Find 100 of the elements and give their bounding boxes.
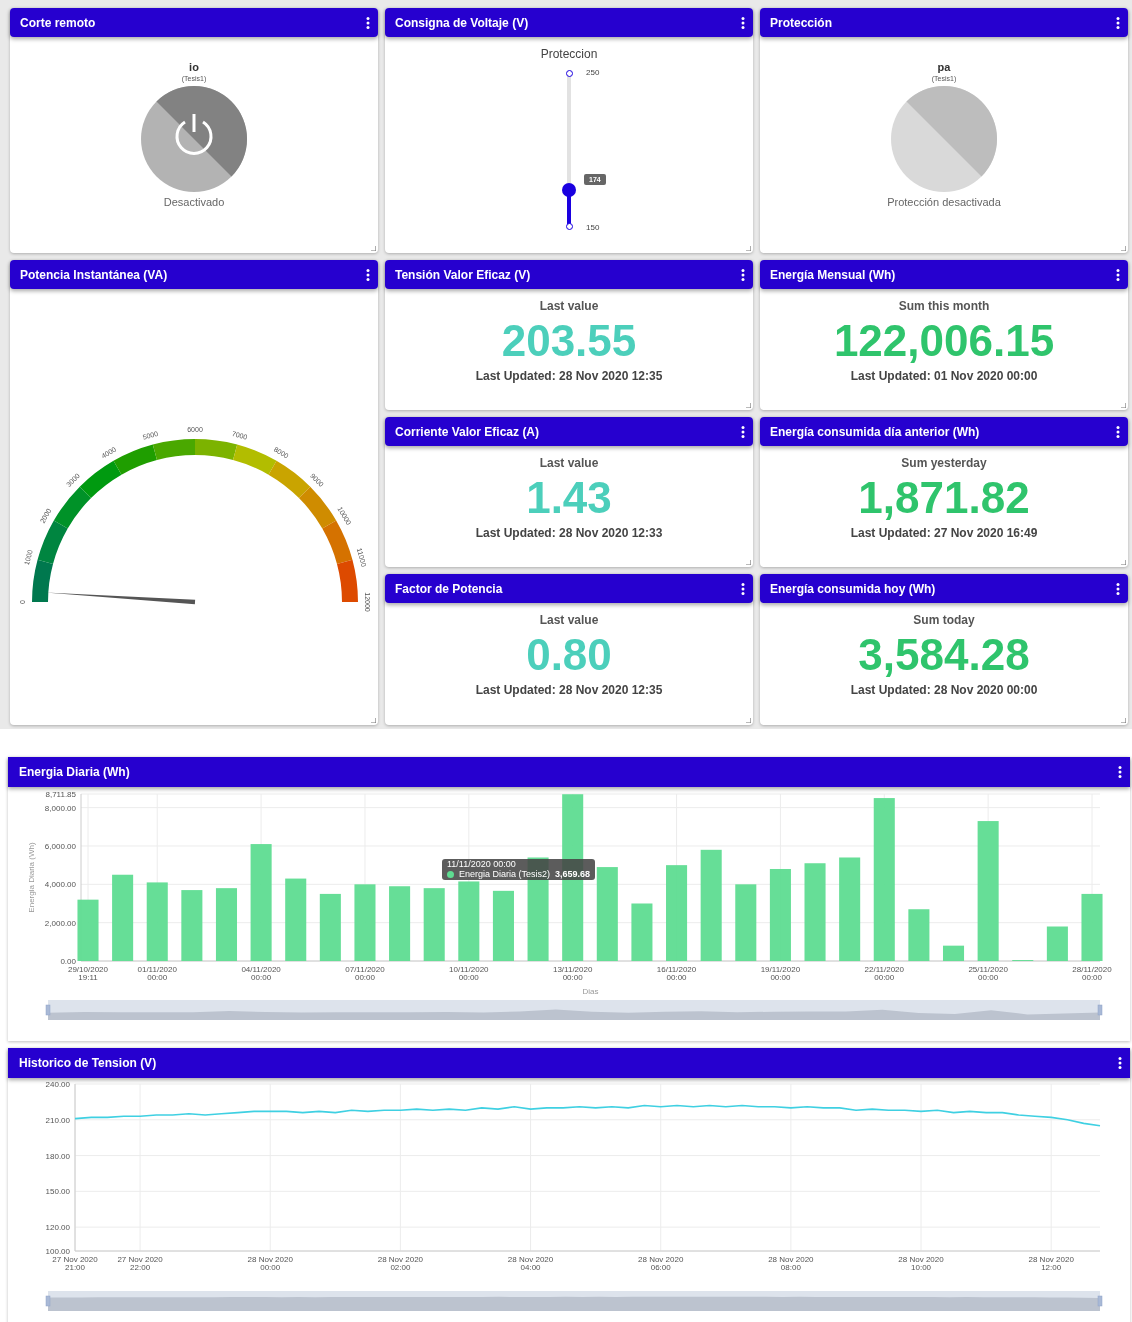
resize-grip-icon[interactable] (1121, 718, 1126, 723)
more-icon[interactable] (1116, 268, 1120, 281)
resize-grip-icon[interactable] (746, 246, 751, 251)
metric-value: 1.43 (526, 472, 612, 524)
more-icon[interactable] (1118, 1057, 1122, 1069)
axis-label: 6,000.00 (44, 842, 76, 851)
tooltip-value: 3,659.68 (555, 869, 591, 879)
metric-value: 1,871.82 (858, 472, 1030, 524)
axis-label: 240.00 (45, 1080, 70, 1089)
axis-label: 8,711.85 (45, 790, 76, 799)
axis-label: 210.00 (45, 1115, 70, 1125)
metric-value: 3,584.28 (858, 629, 1030, 681)
value-caption: Last value (539, 456, 599, 470)
resize-grip-icon[interactable] (1121, 403, 1126, 408)
max-marker-icon (565, 70, 573, 77)
power-icon (175, 114, 213, 155)
axis-label: 28 Nov 2020 04:00 (507, 1255, 554, 1272)
last-updated: Last Updated: 28 Nov 2020 12:33 (475, 526, 663, 540)
last-updated: Last Updated: 27 Nov 2020 16:49 (850, 526, 1038, 540)
resize-grip-icon[interactable] (1121, 560, 1126, 565)
axis-label: 28 Nov 2020 06:00 (638, 1255, 684, 1272)
axis-title: Energia Diaria (Wh) (27, 842, 36, 913)
power-switch[interactable] (140, 85, 248, 193)
more-icon[interactable] (741, 425, 745, 438)
axis-label: 100.00 (45, 1247, 70, 1256)
last-updated: Last Updated: 01 Nov 2020 00:00 (850, 369, 1038, 383)
metric-value: 203.55 (501, 315, 637, 367)
axis-label: 180.00 (45, 1151, 70, 1161)
metric-value: 122,006.15 (833, 315, 1055, 367)
axis-label: 07/11/2020 00:00 (345, 965, 385, 982)
switch-status: Protección desactivada (887, 196, 1001, 208)
axis-label: 0.00 (60, 957, 76, 966)
tooltip-title: 11/11/2020 00:00 (447, 860, 517, 870)
axis-label: 01/11/2020 00:00 (137, 965, 177, 982)
card-title: Corriente Valor Eficaz (A) (395, 424, 540, 439)
axis-label: 4,000.00 (44, 880, 76, 890)
card-title: Energia Diaria (Wh) (19, 765, 130, 779)
axis-label: 28/11/2020 00:00 (1072, 965, 1112, 982)
axis-label: 27 Nov 2020 22:00 (117, 1255, 163, 1272)
axis-label: 27 Nov 2020 21:00 (52, 1255, 98, 1272)
switch-name: pa (937, 61, 951, 73)
metric-value: 0.80 (526, 629, 612, 681)
card-title: Factor de Potencia (395, 581, 503, 596)
axis-label: 16/11/2020 00:00 (656, 965, 697, 982)
resize-grip-icon[interactable] (746, 718, 751, 723)
last-updated: Last Updated: 28 Nov 2020 12:35 (475, 683, 663, 697)
value-caption: Sum this month (898, 299, 990, 313)
more-icon[interactable] (1118, 766, 1122, 778)
card-title: Tensión Valor Eficaz (V) (395, 267, 531, 282)
slider-thumb[interactable] (562, 183, 576, 198)
card-title: Energía consumida día anterior (Wh) (770, 424, 980, 439)
min-marker-icon (565, 223, 573, 230)
axis-label: 120.00 (45, 1223, 70, 1233)
axis-label: 28 Nov 2020 00:00 (247, 1255, 293, 1272)
card-title: Protección (770, 15, 832, 30)
value-caption: Last value (539, 613, 599, 627)
tooltip-series: Energia Diaria (Tesis2) (459, 869, 551, 879)
power-switch[interactable] (890, 85, 998, 193)
last-updated: Last Updated: 28 Nov 2020 12:35 (475, 369, 663, 383)
axis-label: 04/11/2020 00:00 (241, 965, 281, 982)
value-caption: Last value (539, 299, 599, 313)
axis-label: 22/11/2020 00:00 (864, 965, 904, 982)
axis-label: 28 Nov 2020 08:00 (768, 1255, 814, 1272)
more-icon[interactable] (741, 16, 745, 29)
axis-label: 25/11/2020 00:00 (968, 965, 1008, 982)
more-icon[interactable] (1116, 16, 1120, 29)
slider-label: Proteccion (540, 47, 598, 61)
switch-name: io (189, 61, 199, 73)
resize-grip-icon[interactable] (746, 403, 751, 408)
axis-label: 2,000.00 (44, 918, 76, 928)
axis-title: Dias (582, 987, 599, 996)
card-title: Corte remoto (20, 15, 96, 30)
switch-status: Desactivado (163, 196, 225, 208)
more-icon[interactable] (1116, 425, 1120, 438)
more-icon[interactable] (366, 16, 370, 29)
value-caption: Sum today (913, 613, 975, 627)
axis-label: 28 Nov 2020 12:00 (1028, 1255, 1074, 1272)
axis-label: 13/11/2020 00:00 (552, 965, 593, 982)
resize-grip-icon[interactable] (746, 560, 751, 565)
more-icon[interactable] (366, 268, 370, 281)
axis-label: 150.00 (45, 1187, 70, 1197)
more-icon[interactable] (741, 268, 745, 281)
card-title: Energía consumida hoy (Wh) (770, 581, 936, 596)
card-title: Potencia Instantánea (VA) (20, 267, 168, 282)
slider-max: 250 (586, 68, 600, 77)
card-title: Historico de Tension (V) (19, 1056, 157, 1070)
axis-label: 19/11/2020 00:00 (760, 965, 801, 982)
resize-grip-icon[interactable] (371, 246, 376, 251)
resize-grip-icon[interactable] (371, 718, 376, 723)
axis-label: 8,000.00 (44, 803, 76, 813)
axis-label: 10/11/2020 00:00 (449, 965, 489, 982)
more-icon[interactable] (741, 582, 745, 595)
card-title: Consigna de Voltaje (V) (395, 15, 529, 30)
value-caption: Sum yesterday (901, 456, 987, 470)
more-icon[interactable] (1116, 582, 1120, 595)
axis-label: 29/10/2020 19:11 (68, 965, 108, 982)
last-updated: Last Updated: 28 Nov 2020 00:00 (850, 683, 1038, 697)
resize-grip-icon[interactable] (1121, 246, 1126, 251)
card-title: Energía Mensual (Wh) (770, 267, 896, 282)
slider-min: 150 (586, 223, 600, 232)
